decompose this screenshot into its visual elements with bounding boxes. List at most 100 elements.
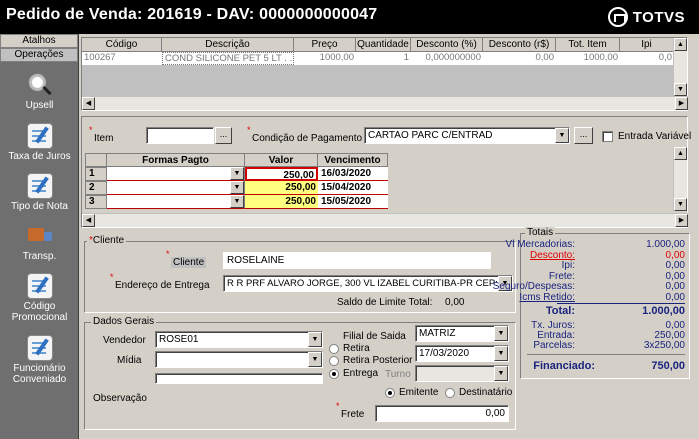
grid-header-quantidade[interactable]: Quantidade — [356, 38, 411, 52]
payment-header-valor[interactable]: Valor — [245, 153, 318, 167]
forma-pagto-select[interactable]: ▼ — [107, 167, 245, 181]
chevron-down-icon[interactable]: ▼ — [230, 181, 244, 194]
midia-extra-field[interactable] — [155, 373, 323, 384]
totais-line-label: Frete: — [548, 270, 575, 282]
sidebar-item-label: Taxa de Juros — [8, 151, 71, 162]
grid-header-codigo[interactable]: Código — [82, 38, 162, 52]
totais-line-value: 0,00 — [665, 260, 685, 271]
dados-gerais-group: Dados Gerais Vendedor ROSE01 ▼ Mídia ▼ O… — [84, 316, 516, 430]
scroll-down-icon[interactable]: ▼ — [674, 83, 687, 96]
chevron-down-icon[interactable]: ▼ — [494, 346, 508, 361]
totais-line-value: 0,00 — [665, 249, 685, 261]
tab-operacoes[interactable]: Operações — [0, 48, 78, 62]
payment-panel: Item ... Condição de Pagamento CARTAO PA… — [81, 116, 691, 228]
valor-cell[interactable]: 250,00 — [245, 195, 318, 209]
chevron-down-icon[interactable]: ▼ — [230, 167, 244, 180]
valor-cell[interactable]: 250,00 — [245, 181, 318, 195]
scroll-right-icon[interactable]: ▶ — [675, 97, 688, 110]
grid-header-tot-item[interactable]: Tot. Item — [556, 38, 620, 52]
sidebar-item-label: Código Promocional — [11, 301, 68, 323]
payment-header-formas[interactable]: Formas Pagto — [107, 153, 245, 167]
radio-emitente[interactable] — [385, 388, 395, 398]
filial-saida-label: Filial de Saida — [343, 331, 406, 342]
cell-ipi: 0,0 — [658, 52, 672, 63]
forma-pagto-select[interactable]: ▼ — [107, 181, 245, 195]
condicao-lookup-button[interactable]: ... — [574, 127, 593, 144]
radio-destinatario-label: Destinatário — [459, 387, 513, 398]
midia-select[interactable]: ▼ — [155, 351, 323, 368]
scroll-up-icon[interactable]: ▲ — [674, 147, 687, 160]
cell-codigo: 100267 — [84, 52, 116, 63]
items-grid-hscroll[interactable]: ◀ ▶ — [82, 96, 688, 110]
cell-quantidade: 1 — [403, 52, 409, 63]
totvs-logo: TOTVS — [607, 7, 685, 27]
chevron-down-icon[interactable]: ▼ — [494, 366, 508, 381]
entrada-variavel-checkbox[interactable] — [602, 131, 613, 142]
totais-group: Totais Vl Mercadorias: 1.000,00 Desconto: 0… — [493, 227, 690, 379]
sidebar-item-taxa-de-juros[interactable]: Taxa de Juros — [0, 123, 79, 162]
scroll-up-icon[interactable]: ▲ — [674, 38, 687, 51]
radio-entrega[interactable] — [329, 369, 339, 379]
items-grid-vscroll[interactable]: ▲ ▼ — [673, 38, 687, 96]
item-lookup-button[interactable]: ... — [215, 127, 232, 144]
scroll-right-icon[interactable]: ▶ — [675, 214, 688, 227]
cliente-field[interactable]: ROSELAINE — [223, 252, 491, 269]
radio-retira-posterior[interactable] — [329, 356, 339, 366]
scroll-left-icon[interactable]: ◀ — [82, 214, 95, 227]
vencimento-cell[interactable]: 15/04/2020 — [318, 181, 388, 195]
radio-retira[interactable] — [329, 344, 339, 354]
turno-select[interactable]: ▼ — [415, 365, 509, 382]
window-title: Pedido de Venda: 201619 - DAV: 000000000… — [6, 6, 378, 23]
filial-saida-select[interactable]: MATRIZ ▼ — [415, 325, 509, 342]
grid-header-preco[interactable]: Preço — [294, 38, 356, 52]
grid-header-desconto-rs[interactable]: Desconto (r$) — [483, 38, 556, 52]
totais-title: Totais — [525, 227, 556, 238]
vendedor-select[interactable]: ROSE01 ▼ — [155, 331, 323, 348]
table-row[interactable]: 100267 COND SILICONE PET 5 LT . . . 1000… — [82, 52, 674, 65]
magnifier-icon — [26, 72, 53, 98]
filial-saida-value: MATRIZ — [419, 328, 456, 339]
scroll-down-icon[interactable]: ▼ — [674, 198, 687, 211]
forma-pagto-select[interactable]: ▼ — [107, 195, 245, 209]
title-bar: Pedido de Venda: 201619 - DAV: 000000000… — [0, 0, 699, 34]
vencimento-cell[interactable]: 16/03/2020 — [318, 167, 388, 181]
payment-hscroll[interactable]: ◀ ▶ — [82, 213, 688, 227]
cliente-group: *Cliente Cliente ROSELAINE Endereço de E… — [84, 235, 516, 313]
radio-destinatario[interactable] — [445, 388, 455, 398]
grid-header-descricao[interactable]: Descrição — [162, 38, 294, 52]
sidebar-item-tipo-de-nota[interactable]: Tipo de Nota — [0, 173, 79, 212]
payment-header-vencimento[interactable]: Vencimento — [318, 153, 388, 167]
entrega-date-picker[interactable]: 17/03/2020 ▼ — [415, 345, 509, 362]
payment-vscroll[interactable]: ▲ ▼ — [673, 147, 687, 211]
endereco-entrega-select[interactable]: R R PRF ALVARO JORGE, 300 VL IZABEL CURI… — [223, 275, 513, 292]
vencimento-cell[interactable]: 15/05/2020 — [318, 195, 388, 209]
sidebar-item-funcionario-conveniado[interactable]: Funcionário Conveniado — [0, 335, 79, 385]
items-grid: Código Descrição Preço Quantidade Descon… — [81, 37, 688, 111]
totais-line-value: 1.000,00 — [646, 239, 685, 250]
totais-line-label: Vl Mercadorias: — [505, 239, 575, 250]
sidebar-item-upsell[interactable]: Upsell — [0, 72, 79, 111]
chevron-down-icon[interactable]: ▼ — [308, 352, 322, 367]
sidebar: Atalhos Operações Upsell Taxa de Juros T… — [0, 34, 79, 439]
document-pen-icon — [26, 273, 53, 299]
item-input[interactable] — [146, 127, 214, 144]
totais-line-value: 0,00 — [665, 281, 685, 292]
grid-header-desconto-pct[interactable]: Desconto (%) — [411, 38, 483, 52]
grid-header-ipi[interactable]: Ipi — [620, 38, 674, 52]
totais-line-value: 0,00 — [665, 270, 685, 282]
sidebar-item-transp[interactable]: Transp. — [0, 223, 79, 262]
chevron-down-icon[interactable]: ▼ — [555, 128, 569, 143]
valor-cell[interactable]: 250,00 — [245, 167, 318, 181]
totais-line-value: 0,00 — [665, 291, 685, 303]
entrega-date-value: 17/03/2020 — [419, 348, 470, 359]
condicao-pagamento-select[interactable]: CARTAO PARC C/ENTRAD ▼ — [364, 127, 570, 144]
chevron-down-icon[interactable]: ▼ — [308, 332, 322, 347]
chevron-down-icon[interactable]: ▼ — [494, 326, 508, 341]
chevron-down-icon[interactable]: ▼ — [230, 195, 244, 208]
frete-input[interactable]: 0,00 — [375, 405, 509, 422]
scroll-left-icon[interactable]: ◀ — [82, 97, 95, 110]
observacao-field[interactable] — [155, 387, 323, 413]
cell-preco: 1000,00 — [319, 52, 354, 63]
sidebar-item-codigo-promocional[interactable]: Código Promocional — [0, 273, 79, 323]
tab-atalhos[interactable]: Atalhos — [0, 34, 78, 48]
